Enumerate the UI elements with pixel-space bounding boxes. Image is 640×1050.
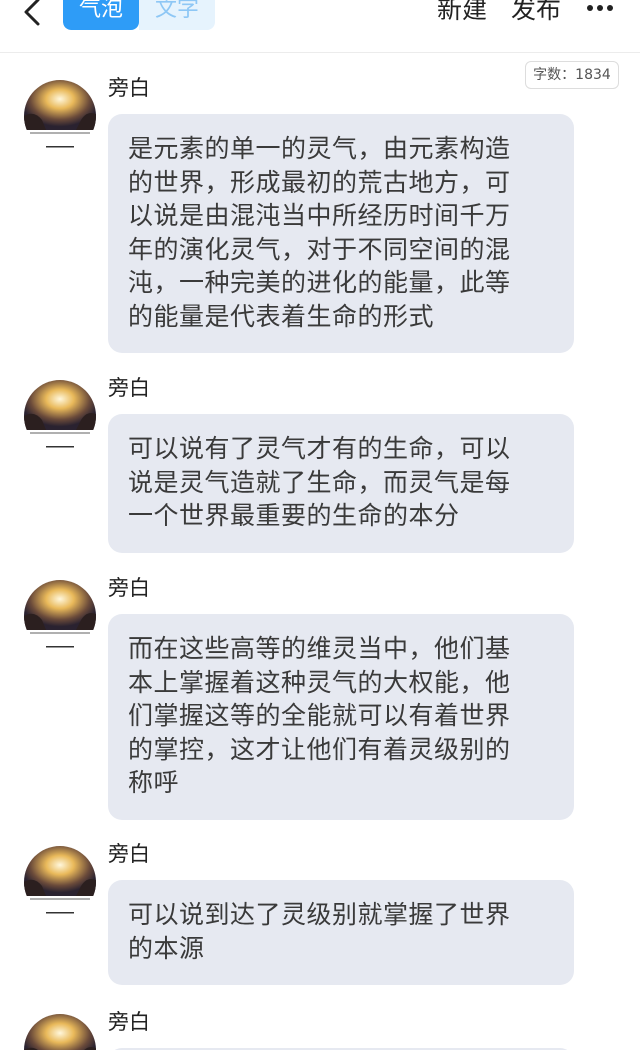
- speaker-name: 旁白: [108, 576, 150, 600]
- chevron-left-icon: [24, 0, 40, 26]
- avatar[interactable]: [24, 80, 96, 152]
- new-button[interactable]: 新建: [437, 0, 487, 30]
- tab-text[interactable]: 文字: [139, 0, 215, 30]
- word-count-badge: 字数：1834: [525, 61, 619, 89]
- message-text: 可以说有了灵气才有的生命，可以 说是灵气造就了生命，而灵气是每 一个世界最重要的…: [128, 434, 511, 530]
- editor-page: 气泡 文字 新建 发布 字数：1834 旁白 是元素的单一的灵气，由元素构造 的…: [0, 0, 640, 1050]
- more-dots-icon: [587, 5, 613, 11]
- speaker-name: 旁白: [108, 1010, 150, 1034]
- avatar-image: [24, 580, 96, 652]
- avatar[interactable]: [24, 380, 96, 452]
- mode-switch: 气泡 文字: [63, 0, 215, 30]
- avatar-image: [24, 846, 96, 918]
- message-text: 是元素的单一的灵气，由元素构造 的世界，形成最初的荒古地方，可 以说是由混沌当中…: [128, 134, 511, 331]
- message-bubble[interactable]: 是元素的单一的灵气，由元素构造 的世界，形成最初的荒古地方，可 以说是由混沌当中…: [108, 114, 574, 353]
- speaker-name: 旁白: [108, 842, 150, 866]
- message-text: 可以说到达了灵级别就掌握了世界 的本源: [128, 900, 511, 963]
- avatar[interactable]: [24, 846, 96, 918]
- tab-bubble[interactable]: 气泡: [63, 0, 139, 30]
- avatar[interactable]: [24, 580, 96, 652]
- message-bubble[interactable]: 可以说有了灵气才有的生命，可以 说是灵气造就了生命，而灵气是每 一个世界最重要的…: [108, 414, 574, 553]
- more-button[interactable]: [584, 0, 624, 20]
- avatar-image: [24, 1014, 96, 1050]
- message-bubble[interactable]: 可以说到达了灵级别就掌握了世界 的本源: [108, 880, 574, 985]
- publish-button[interactable]: 发布: [511, 0, 561, 30]
- speaker-name: 旁白: [108, 376, 150, 400]
- speaker-name: 旁白: [108, 76, 150, 100]
- avatar[interactable]: [24, 1014, 96, 1050]
- avatar-image: [24, 380, 96, 452]
- avatar-image: [24, 80, 96, 152]
- back-button[interactable]: [14, 0, 50, 34]
- message-text: 而在这些高等的维灵当中，他们基 本上掌握着这种灵气的大权能，他 们掌握这等的全能…: [128, 634, 511, 797]
- top-bar: 气泡 文字 新建 发布: [0, 0, 640, 53]
- message-bubble[interactable]: 而在这些高等的维灵当中，他们基 本上掌握着这种灵气的大权能，他 们掌握这等的全能…: [108, 614, 574, 820]
